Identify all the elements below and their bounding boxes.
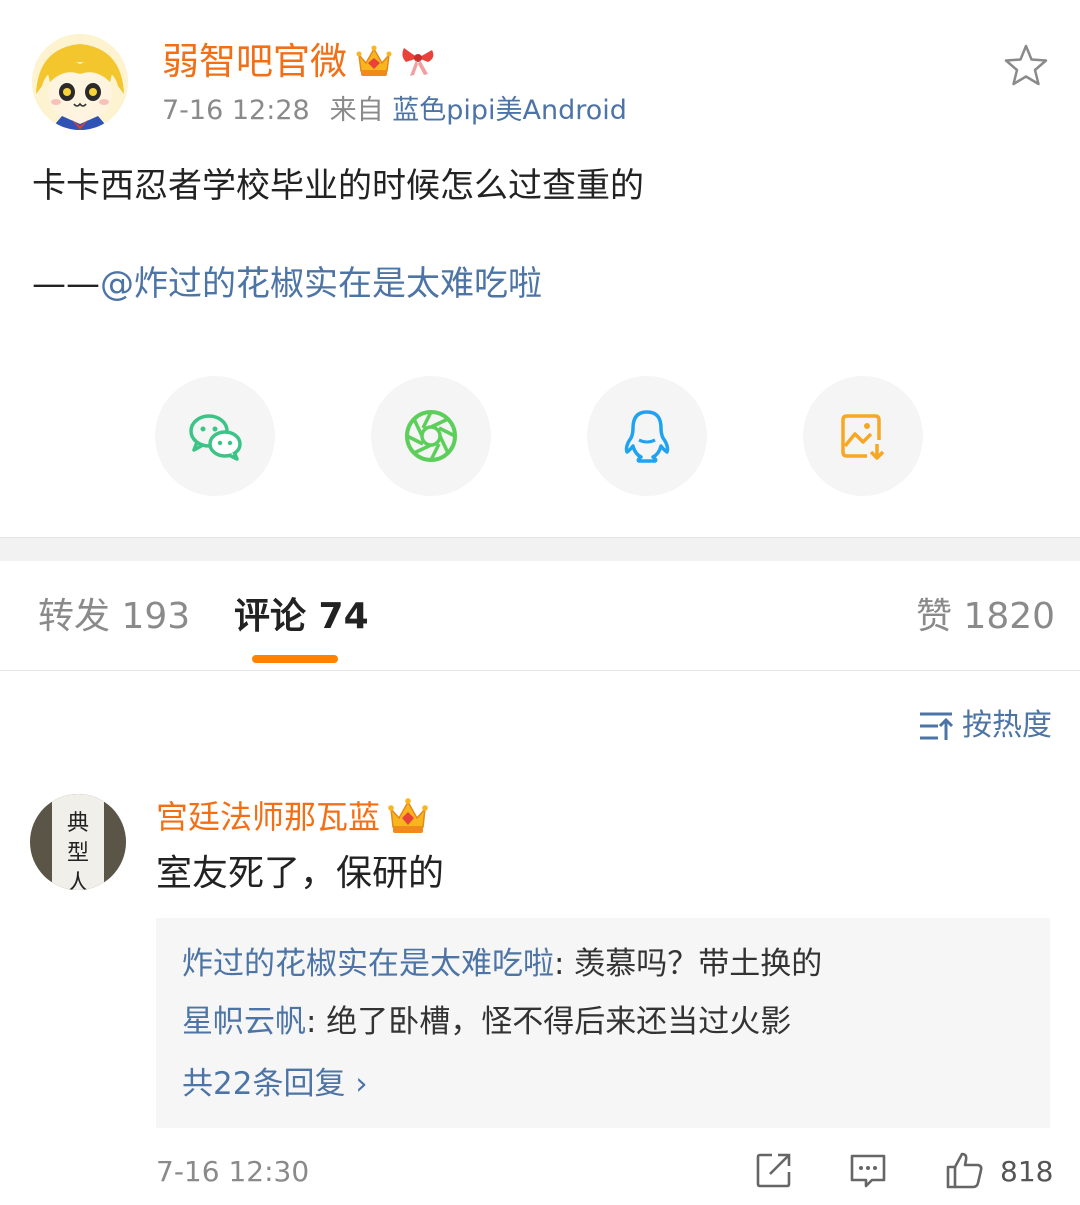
comment-text: 室友死了，保研的 [156, 853, 445, 894]
qq-icon [624, 410, 670, 463]
comment-time: 7-16 12:30 [156, 1155, 310, 1188]
tab-reposts[interactable]: 转发 193 [38, 595, 190, 639]
reply-item[interactable]: 星帜云帆: 绝了卧槽，怪不得后来还当过火影 [182, 1002, 791, 1042]
author-name[interactable]: 弱智吧官微 [162, 40, 347, 84]
save-image-button[interactable] [803, 376, 923, 496]
replies-box[interactable]: 炸过的花椒实在是太难吃啦: 羡慕吗？带土换的 星帜云帆: 绝了卧槽，怪不得后来还… [156, 918, 1050, 1128]
repost-comment-button[interactable] [754, 1150, 794, 1190]
wechat-icon [189, 414, 242, 461]
tab-comments[interactable]: 评论 74 [234, 595, 369, 639]
vip-crown-icon [354, 41, 394, 79]
share-moments-button[interactable] [371, 376, 491, 496]
moments-icon [405, 410, 457, 462]
section-divider [0, 537, 1080, 561]
share-qq-button[interactable] [587, 376, 707, 496]
reply-text: : 绝了卧槽，怪不得后来还当过火影 [306, 1004, 792, 1040]
like-count: 818 [1000, 1155, 1054, 1188]
sort-label: 按热度 [962, 708, 1052, 743]
svg-text:典: 典 [67, 811, 89, 836]
attribution-dash: —— [32, 264, 100, 304]
sort-icon [920, 712, 954, 740]
favorite-star-icon[interactable] [1000, 40, 1052, 92]
commenter-avatar[interactable]: 典 型 人 [30, 794, 126, 890]
post-text: 卡卡西忍者学校毕业的时候怎么过查重的 [32, 166, 644, 206]
author-avatar[interactable] [32, 34, 128, 130]
post-attribution: ——@炸过的花椒实在是太难吃啦 [32, 260, 542, 308]
share-row [0, 376, 1080, 496]
share-edit-icon [756, 1153, 791, 1188]
tab-bar: 转发 193 评论 74 赞 1820 [0, 561, 1080, 671]
view-all-replies-link[interactable]: 共22条回复 › [182, 1064, 368, 1104]
post-source-link[interactable]: 蓝色pipi美Android [392, 95, 627, 126]
reply-author[interactable]: 炸过的花椒实在是太难吃啦 [182, 946, 554, 982]
active-tab-indicator [252, 655, 338, 663]
thumbs-up-icon [946, 1152, 983, 1189]
reply-author[interactable]: 星帜云帆 [182, 1004, 306, 1040]
source-prefix: 来自 [329, 95, 384, 126]
reply-comment-button[interactable] [848, 1150, 888, 1190]
tab-likes[interactable]: 赞 1820 [916, 595, 1055, 639]
bow-badge-icon [398, 40, 438, 80]
reply-item[interactable]: 炸过的花椒实在是太难吃啦: 羡慕吗？带土换的 [182, 944, 822, 984]
reply-text: : 羡慕吗？带土换的 [554, 946, 823, 982]
comment-icon [850, 1154, 886, 1188]
svg-text:型: 型 [67, 841, 89, 866]
vip-crown-icon [386, 794, 430, 836]
post-time: 7-16 12:28 [162, 95, 310, 126]
post-meta: 7-16 12:28 来自 蓝色pipi美Android [162, 93, 627, 129]
share-wechat-button[interactable] [155, 376, 275, 496]
commenter-name[interactable]: 宫廷法师那瓦蓝 [156, 796, 380, 838]
svg-text:人: 人 [67, 871, 89, 890]
save-image-icon [841, 414, 885, 460]
like-button[interactable] [944, 1150, 984, 1190]
mention-link[interactable]: @炸过的花椒实在是太难吃啦 [100, 264, 542, 304]
